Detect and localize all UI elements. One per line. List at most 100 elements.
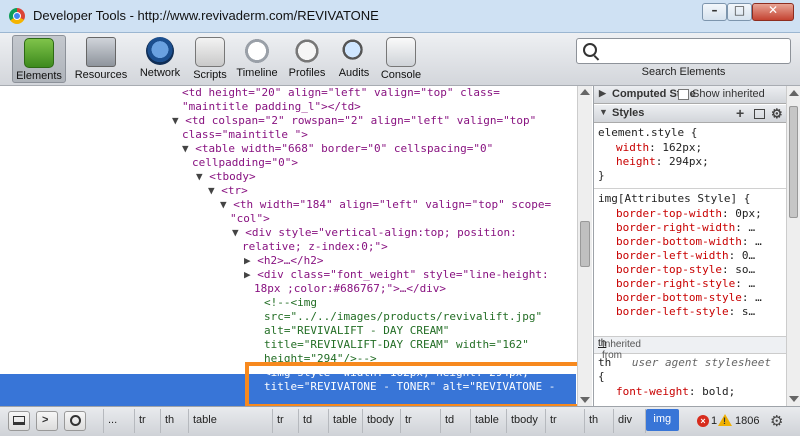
dom-node-line[interactable]: "maintitle padding_l"></td> [182,100,361,114]
breadcrumb-item[interactable]: img [646,409,679,431]
dom-node-line[interactable]: relative; z-index:0;"> [242,240,388,254]
dom-node-line[interactable]: ▼ <tr> [208,184,248,198]
breadcrumb-item[interactable]: tr [405,414,412,426]
dom-tree[interactable]: <td height="20" align="left" valign="top… [0,86,592,406]
dom-node-line[interactable]: class="maintitle "> [182,128,308,142]
dom-node-text: <td colspan="2" rowspan="2" align="left"… [185,114,537,127]
dom-node-line[interactable]: ▼ <td colspan="2" rowspan="2" align="lef… [172,114,536,128]
tab-profiles[interactable]: Profiles [285,35,329,83]
tab-elements[interactable]: Elements [12,35,66,83]
scroll-up-icon[interactable] [789,90,799,96]
dom-scrollbar[interactable] [577,86,592,406]
console-toggle-button[interactable]: > [36,411,58,431]
computed-style-header[interactable]: ▶ Computed Style Show inherited [594,86,786,104]
breadcrumb-item[interactable]: ... [108,414,117,426]
dom-node-line[interactable]: <td height="20" align="left" valign="top… [182,86,500,100]
css-property[interactable]: border-left-width: 0… [616,249,755,263]
dom-node-text: <tbody> [209,170,256,183]
sidebar-scrollbar[interactable] [786,86,800,406]
breadcrumb-item[interactable]: table [475,414,499,426]
css-property[interactable]: border-right-width: … [616,221,755,235]
warning-count[interactable]: 1806 [735,415,759,427]
collapse-icon: ▼ [599,107,608,117]
dom-node-text: cellpadding="0"> [192,156,298,169]
css-property[interactable]: border-top-style: so… [616,263,755,277]
dom-node-text: <div class="font_weight" style="line-hei… [257,268,549,281]
scroll-up-icon[interactable] [580,89,590,95]
expanded-triangle-icon[interactable]: ▼ [172,114,179,127]
dom-node-line[interactable]: ▼ <table width="668" border="0" cellspac… [182,142,493,156]
inspect-button[interactable] [64,411,86,431]
breadcrumb-item[interactable]: th [165,414,174,426]
expanded-triangle-icon[interactable]: ▼ [182,142,189,155]
breadcrumb-item[interactable]: tr [139,414,146,426]
dom-node-line[interactable]: ▶ <h2>…</h2> [244,254,323,268]
scroll-thumb[interactable] [789,106,798,218]
collapsed-triangle-icon[interactable]: ▶ [244,254,251,267]
breadcrumb-item[interactable]: tr [277,414,284,426]
tab-timeline[interactable]: Timeline [235,35,279,83]
elements-icon [24,38,54,68]
dom-node-line[interactable]: src="../../images/products/revivalift.jp… [264,310,542,324]
close-button[interactable]: ✕ [752,3,794,21]
dom-node-line[interactable]: alt="REVIVALIFT - DAY CREAM" [264,324,449,338]
gear-icon[interactable]: ⚙ [771,106,783,122]
breadcrumb-item[interactable]: th [589,414,598,426]
css-property[interactable]: border-right-style: … [616,277,755,291]
element-state-icon[interactable] [754,109,765,119]
breadcrumb-item[interactable]: tbody [367,414,394,426]
breadcrumb-label: td [303,414,313,426]
tab-console[interactable]: Console [378,35,424,83]
search-input[interactable] [576,38,791,64]
highlight-annotation [245,362,582,406]
css-property[interactable]: height: 294px; [616,155,709,169]
css-property[interactable]: font-weight: bold; [616,385,735,399]
breadcrumb-item[interactable]: td [303,414,312,426]
dom-node-line[interactable]: ▼ <th width="184" align="left" valign="t… [220,198,551,212]
tab-label: Timeline [236,67,278,79]
css-property[interactable]: border-bottom-width: … [616,235,762,249]
scroll-thumb[interactable] [580,221,590,267]
breadcrumb-label: table [333,414,357,426]
dom-node-line[interactable]: ▶ <div class="font_weight" style="line-h… [244,268,549,282]
dom-node-line[interactable]: title="REVIVALIFT-DAY CREAM" width="162" [264,338,529,352]
expanded-triangle-icon[interactable]: ▼ [208,184,215,197]
css-property[interactable]: border-top-width: 0px; [616,207,762,221]
show-inherited-checkbox[interactable] [678,89,689,100]
add-rule-icon[interactable]: + [736,105,744,121]
dom-node-line[interactable]: ▼ <tbody> [196,170,256,184]
error-count[interactable]: 1 [711,415,717,427]
settings-gear-icon[interactable]: ⚙ [770,412,783,430]
collapsed-triangle-icon[interactable]: ▶ [244,268,251,281]
dom-node-line[interactable]: cellpadding="0"> [192,156,298,170]
css-property[interactable]: border-left-style: s… [616,305,755,319]
dom-node-line[interactable]: ▼ <div style="vertical-align:top; positi… [232,226,517,240]
breadcrumb-item[interactable]: table [333,414,357,426]
expanded-triangle-icon[interactable]: ▼ [232,226,239,239]
styles-header[interactable]: ▼ Styles + ⚙ [594,105,786,123]
css-property[interactable]: border-bottom-style: … [616,291,762,305]
tab-scripts[interactable]: Scripts [189,35,231,83]
dock-button[interactable] [8,411,30,431]
expanded-triangle-icon[interactable]: ▼ [196,170,203,183]
breadcrumb-label: ... [108,414,118,426]
dom-node-line[interactable]: "col"> [230,212,270,226]
error-icon[interactable]: × [697,415,709,427]
tab-audits[interactable]: Audits [334,35,374,83]
tab-resources[interactable]: Resources [72,35,130,83]
expanded-triangle-icon[interactable]: ▼ [220,198,227,211]
breadcrumb-item[interactable]: tr [550,414,557,426]
tab-network[interactable]: Network [135,35,185,83]
dom-node-line[interactable]: 18px ;color:#686767;">…</div> [254,282,446,296]
breadcrumb-item[interactable]: tbody [511,414,538,426]
scroll-down-icon[interactable] [789,396,799,402]
dom-node-line[interactable]: <!--<img [264,296,317,310]
maximize-button[interactable]: □ [727,3,752,21]
css-property[interactable]: width: 162px; [616,141,702,155]
minimize-button[interactable]: – [702,3,727,21]
breadcrumb-item[interactable]: table [193,414,217,426]
scroll-down-icon[interactable] [580,397,590,403]
breadcrumb-item[interactable]: td [445,414,454,426]
breadcrumb-item[interactable]: div [618,414,632,426]
css-property-name: border-bottom-width [616,235,742,248]
